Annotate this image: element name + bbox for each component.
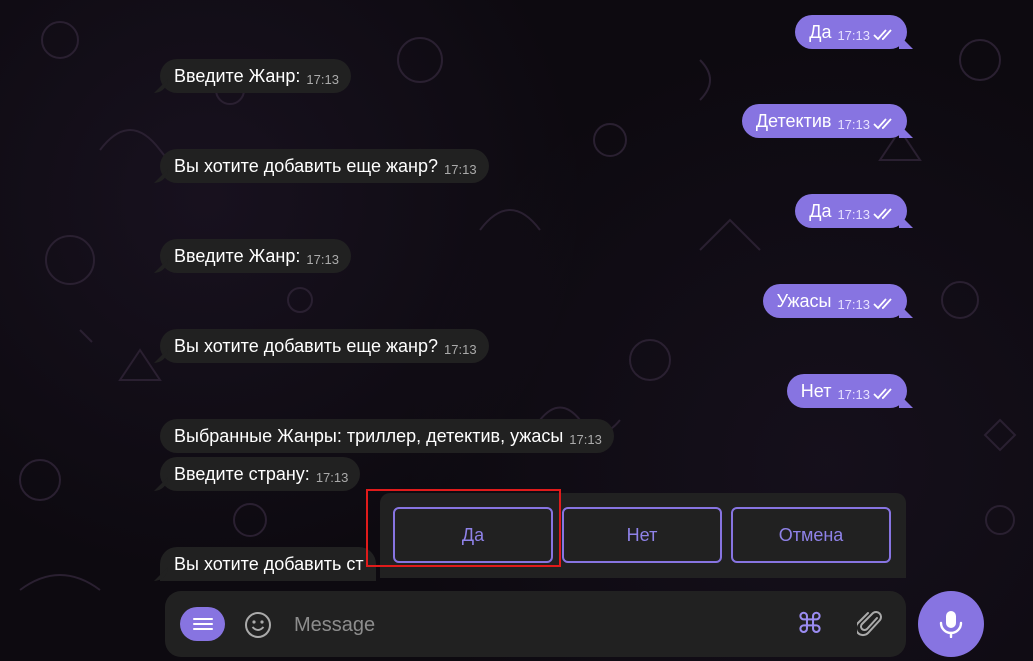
selection-highlight	[366, 489, 561, 567]
message-bubble-outgoing: Детектив 17:13	[741, 104, 907, 141]
message-composer: ⌘	[165, 591, 906, 657]
message-bubble-incoming: Вы хотите добавить еще жанр? 17:13	[160, 329, 489, 363]
message-text: Введите Жанр:	[174, 246, 301, 266]
message-bubble-incoming: Введите страну: 17:13	[160, 457, 361, 491]
message-text: Выбранные Жанры: триллер, детектив, ужас…	[174, 426, 564, 446]
message-bubble-incoming: Введите Жанр: 17:13	[160, 59, 351, 93]
message-bubble-incoming: Вы хотите добавить ст	[160, 547, 376, 581]
double-check-icon	[873, 107, 895, 141]
command-icon[interactable]: ⌘	[796, 609, 824, 639]
message-input[interactable]	[292, 610, 776, 640]
message-text: Детектив	[755, 111, 832, 131]
menu-button[interactable]	[180, 607, 225, 641]
menu-icon	[193, 618, 213, 620]
message-time: 17:13	[444, 342, 477, 357]
message-bubble-incoming: Введите Жанр: 17:13	[160, 239, 351, 273]
message-bubble-incoming: Вы хотите добавить еще жанр? 17:13	[160, 149, 489, 183]
message-text: Да	[809, 201, 832, 221]
message-bubble-outgoing: Ужасы 17:13	[762, 284, 907, 321]
message-text: Введите Жанр:	[174, 66, 301, 86]
message-time: 17:13	[306, 252, 339, 267]
message-text: Введите страну:	[174, 464, 310, 484]
message-time: 17:13	[837, 207, 870, 222]
message-bubble-outgoing: Да 17:13	[795, 15, 907, 49]
menu-icon	[193, 628, 213, 630]
double-check-icon	[873, 18, 895, 52]
message-text: Вы хотите добавить еще жанр?	[174, 336, 439, 356]
attach-icon[interactable]	[854, 609, 885, 644]
keyboard-button-cancel[interactable]: Отмена	[731, 507, 891, 563]
message-text: Вы хотите добавить еще жанр?	[174, 156, 439, 176]
double-check-icon	[873, 377, 895, 411]
message-time: 17:13	[837, 28, 870, 43]
message-time: 17:13	[444, 162, 477, 177]
message-text: Да	[809, 22, 832, 42]
message-bubble-outgoing: Нет 17:13	[786, 374, 907, 411]
emoji-icon[interactable]	[244, 611, 272, 644]
message-text: Нет	[800, 381, 832, 401]
message-text: Ужасы	[776, 291, 832, 311]
keyboard-button-no[interactable]: Нет	[562, 507, 722, 563]
message-time: 17:13	[837, 387, 870, 402]
message-time: 17:13	[569, 432, 602, 447]
voice-record-button[interactable]	[918, 591, 984, 657]
message-text: Вы хотите добавить ст	[174, 554, 364, 574]
message-bubble-outgoing: Да 17:13	[795, 194, 907, 228]
message-time: 17:13	[306, 72, 339, 87]
message-time: 17:13	[315, 470, 349, 485]
message-time: 17:13	[837, 297, 870, 312]
mic-icon	[939, 611, 963, 638]
menu-icon	[193, 623, 213, 625]
double-check-icon	[873, 287, 895, 321]
message-time: 17:13	[837, 117, 870, 132]
message-bubble-incoming: Выбранные Жанры: триллер, детектив, ужас…	[160, 419, 614, 453]
double-check-icon	[873, 197, 895, 231]
